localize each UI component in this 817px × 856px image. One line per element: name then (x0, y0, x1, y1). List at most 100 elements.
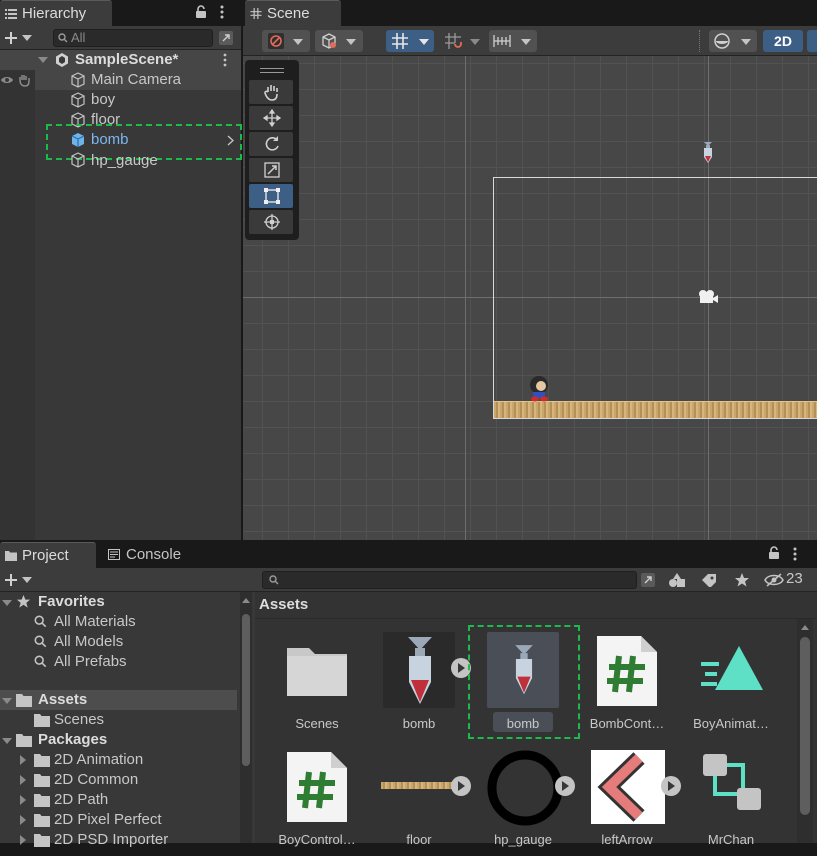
camera-gizmo-icon[interactable] (697, 289, 719, 305)
expand-arrow-icon[interactable] (20, 755, 26, 765)
mode-2d-toggle[interactable]: 2D (763, 30, 803, 52)
scene-kebab-icon[interactable] (223, 53, 227, 67)
hierarchy-search-input[interactable]: All (53, 29, 213, 47)
package-item[interactable]: 2D Pixel Perfect (54, 810, 162, 830)
list-icon (5, 9, 17, 19)
package-item[interactable]: 2D Common (54, 770, 138, 790)
expand-arrow-icon[interactable] (2, 738, 12, 744)
animation-icon (701, 646, 763, 690)
filter-by-type-icon[interactable] (668, 572, 686, 588)
asset-label: BombCont… (589, 716, 665, 731)
kebab-menu-icon[interactable] (793, 546, 797, 562)
draw-mode-button[interactable] (315, 30, 363, 52)
asset-item[interactable]: bomb (468, 625, 580, 740)
grid-scroll-thumb[interactable] (800, 637, 810, 815)
expand-arrow-icon[interactable] (38, 57, 48, 63)
tab-project[interactable]: Project (0, 542, 96, 568)
filter-by-label-icon[interactable] (701, 573, 717, 587)
drag-handle[interactable] (260, 68, 284, 73)
scene-viewport[interactable] (243, 56, 817, 540)
lock-icon[interactable] (768, 546, 780, 560)
hierarchy-item-label[interactable]: boy (91, 90, 115, 110)
favorite-star-icon[interactable] (734, 572, 750, 588)
assets-label: Assets (38, 691, 88, 708)
csharp-script-icon (287, 752, 347, 822)
pickable-hand-icon[interactable] (17, 73, 31, 87)
chevron-down-icon (346, 39, 356, 45)
animator-controller-icon (703, 754, 761, 810)
folder-item[interactable]: Scenes (54, 710, 104, 730)
lock-icon[interactable] (195, 5, 207, 19)
grid-scrollbar[interactable] (797, 619, 813, 843)
tab-console[interactable]: Console (100, 542, 200, 568)
chevron-down-icon[interactable] (22, 577, 32, 583)
hierarchy-item-label[interactable]: hp_gauge (91, 151, 158, 171)
increment-snap-button[interactable] (439, 30, 487, 52)
magnet-grid-icon (445, 33, 462, 49)
scene-name: SampleScene* (75, 51, 179, 68)
boy-sprite[interactable] (526, 374, 552, 402)
orientation-button[interactable] (709, 30, 757, 52)
expand-arrow-icon[interactable] (20, 835, 26, 845)
package-item[interactable]: 2D Animation (54, 750, 143, 770)
transform-handle-icon (268, 33, 284, 49)
asset-item[interactable]: floor (369, 746, 471, 856)
project-search-input[interactable] (262, 571, 637, 589)
ruler-button[interactable] (489, 30, 537, 52)
expand-prefab-icon[interactable] (451, 776, 471, 796)
asset-item[interactable]: BombCont… (577, 630, 677, 740)
rotate-tool-button[interactable] (249, 132, 293, 156)
console-icon (108, 549, 120, 560)
favorite-item[interactable]: All Models (54, 632, 123, 652)
lighting-toggle[interactable] (807, 30, 817, 52)
move-tool-button[interactable] (249, 106, 293, 130)
package-item[interactable]: 2D Path (54, 790, 108, 810)
bomb-sprite[interactable] (702, 141, 714, 165)
asset-item[interactable]: MrChan (681, 746, 781, 856)
breadcrumb[interactable]: Assets (259, 596, 308, 613)
tab-scene-label: Scene (267, 5, 310, 22)
add-icon[interactable] (3, 572, 19, 588)
hand-tool-button[interactable] (249, 80, 293, 104)
gameobject-cube-icon (71, 92, 85, 108)
expand-search-icon[interactable] (218, 30, 234, 46)
package-item[interactable]: 2D PSD Importer (54, 830, 168, 850)
asset-item[interactable]: bomb (369, 630, 471, 740)
chevron-down-icon[interactable] (22, 35, 32, 41)
packages-label[interactable]: Packages (38, 730, 107, 750)
expand-arrow-icon[interactable] (20, 775, 26, 785)
tree-scrollbar[interactable] (240, 592, 252, 843)
tab-scene[interactable]: Scene (245, 0, 341, 26)
floor-sprite[interactable] (494, 401, 817, 418)
favorites-label[interactable]: Favorites (38, 592, 105, 612)
favorite-item[interactable]: All Materials (54, 612, 136, 632)
scale-tool-button[interactable] (249, 158, 293, 182)
asset-item[interactable]: hp_gauge (473, 746, 575, 856)
expand-arrow-icon[interactable] (2, 600, 12, 606)
expand-arrow-icon[interactable] (2, 698, 12, 704)
transform-tool-button[interactable] (249, 210, 293, 234)
expand-arrow-icon[interactable] (20, 795, 26, 805)
grid-snapping-button[interactable] (386, 30, 434, 52)
asset-item[interactable]: leftArrow (577, 746, 681, 856)
favorite-item[interactable]: All Prefabs (54, 652, 127, 672)
asset-item[interactable]: BoyAnimat… (681, 630, 781, 740)
visibility-eye-icon[interactable] (0, 74, 14, 86)
tab-hierarchy[interactable]: Hierarchy (0, 0, 112, 26)
hidden-packages-icon[interactable] (764, 573, 784, 587)
tree-scroll-thumb[interactable] (242, 614, 250, 766)
expand-arrow-icon[interactable] (20, 815, 26, 825)
expand-prefab-icon[interactable] (555, 776, 575, 796)
assets-row[interactable] (0, 690, 237, 710)
folder-icon (34, 754, 50, 767)
expand-search-icon[interactable] (640, 572, 656, 588)
folder-icon (34, 774, 50, 787)
asset-item[interactable]: Scenes (267, 630, 367, 740)
axis-line-vertical (465, 56, 466, 540)
add-icon[interactable] (3, 30, 19, 46)
kebab-menu-icon[interactable] (220, 4, 224, 20)
rect-tool-button[interactable] (249, 184, 293, 208)
tool-handle-button[interactable] (262, 30, 310, 52)
asset-item[interactable]: BoyControl… (267, 746, 367, 856)
expand-prefab-icon[interactable] (661, 776, 681, 796)
